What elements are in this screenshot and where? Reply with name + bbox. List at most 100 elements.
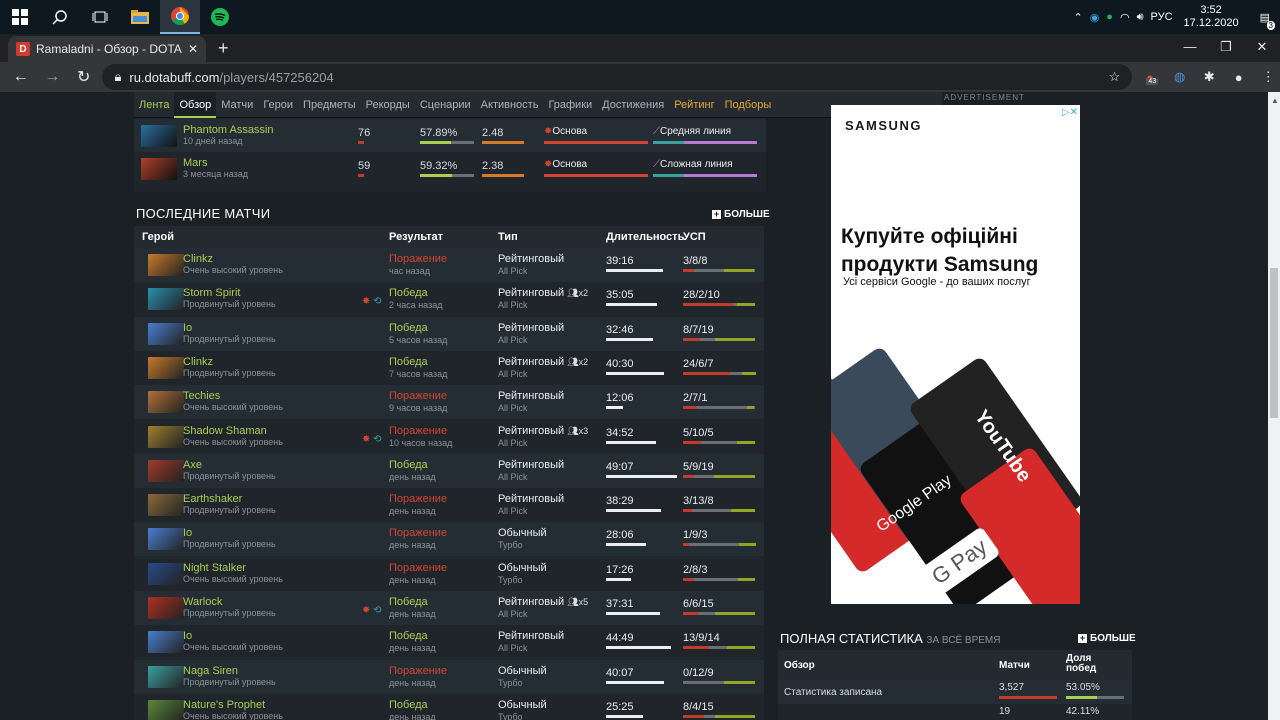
menu-dots-icon[interactable]: ⋮	[1256, 69, 1280, 85]
match-hero-name[interactable]: Clinkz	[183, 253, 283, 265]
match-result[interactable]: Победа	[389, 322, 447, 334]
match-row[interactable]: Techies Очень высокий уровень Поражение 9 ч…	[134, 385, 764, 420]
match-row[interactable]: Storm Spirit Продвинутый уровень ✸ ⟲ Победа…	[134, 282, 764, 316]
match-row[interactable]: Earthshaker Продвинутый уровень Поражение д…	[134, 488, 764, 522]
new-tab-icon[interactable]: +	[218, 38, 229, 59]
puzzle-extensions-icon[interactable]: ✱	[1197, 69, 1221, 85]
subnav-item[interactable]: Достижения	[597, 92, 669, 118]
stats-more-button[interactable]: БОЛЬШЕ	[1078, 633, 1136, 644]
match-result[interactable]: Победа	[389, 596, 436, 608]
subnav-item[interactable]: Герои	[258, 92, 298, 118]
notifications-icon[interactable]: ▤ 3	[1260, 11, 1275, 30]
subnav-item[interactable]: Рекорды	[361, 92, 415, 118]
match-hero-name[interactable]: Naga Siren	[183, 665, 276, 677]
match-row[interactable]: Warlock Продвинутый уровень ✸ ⟲ Победа день …	[134, 591, 764, 625]
hero-summary-row[interactable]: Phantom Assassin 10 дней назад 76 57.89% 2.4…	[134, 119, 766, 152]
match-result[interactable]: Поражение	[389, 493, 447, 505]
windows-start-icon[interactable]	[0, 0, 40, 34]
match-result[interactable]: Победа	[389, 287, 442, 299]
match-row[interactable]: Io Очень высокий уровень Победа день назад Р…	[134, 625, 764, 659]
scrollbar-thumb[interactable]	[1270, 268, 1278, 418]
hero-portrait[interactable]	[148, 699, 184, 720]
forward-icon[interactable]: →	[39, 68, 64, 86]
chrome-taskbar-icon[interactable]	[160, 0, 200, 34]
subnav-item[interactable]: Графики	[543, 92, 597, 118]
match-hero-name[interactable]: Nature's Prophet	[183, 699, 283, 711]
match-hero-name[interactable]: Earthshaker	[183, 493, 276, 505]
hero-portrait[interactable]	[148, 356, 184, 379]
subnav-item[interactable]: Предметы	[298, 92, 361, 118]
match-result[interactable]: Поражение	[389, 665, 447, 677]
hero-portrait[interactable]	[148, 562, 184, 585]
browser-tab[interactable]: D Ramaladni - Обзор - DOTABUFF ✕	[8, 36, 206, 62]
back-icon[interactable]: ←	[8, 68, 33, 86]
subnav-item[interactable]: Сценарии	[415, 92, 476, 118]
file-explorer-icon[interactable]	[120, 0, 160, 34]
hero-portrait[interactable]	[148, 665, 184, 688]
match-hero-name[interactable]: Techies	[183, 390, 283, 402]
close-window-icon[interactable]: ✕	[1244, 34, 1280, 62]
hero-portrait[interactable]	[148, 391, 184, 414]
match-result[interactable]: Поражение	[389, 390, 447, 402]
stats-col-overview[interactable]: Обзор	[784, 660, 815, 671]
col-result[interactable]: Результат	[389, 231, 443, 243]
bookmark-star-icon[interactable]: ☆	[1109, 69, 1121, 85]
hero-name[interactable]: Phantom Assassin	[183, 124, 274, 136]
scroll-up-icon[interactable]: ▲	[1271, 96, 1279, 105]
telegram-icon[interactable]: ◉	[1090, 11, 1100, 24]
clock[interactable]: 3:52 17.12.2020	[1184, 4, 1239, 30]
subnav-item[interactable]: Подборы	[720, 92, 777, 118]
hero-portrait[interactable]	[148, 425, 184, 448]
match-row[interactable]: Shadow Shaman Очень высокий уровень ✸ ⟲ Пор…	[134, 420, 764, 454]
hero-portrait[interactable]	[148, 631, 184, 654]
stats-col-winrate[interactable]: Доля побед	[1066, 654, 1096, 674]
hero-portrait[interactable]	[148, 597, 184, 619]
task-view-icon[interactable]	[80, 0, 120, 34]
match-row[interactable]: Clinkz Очень высокий уровень Поражение час …	[134, 248, 764, 282]
hero-portrait[interactable]	[148, 254, 184, 276]
hero-name[interactable]: Mars	[183, 157, 248, 169]
match-hero-name[interactable]: Io	[183, 322, 276, 334]
match-result[interactable]: Победа	[389, 630, 436, 642]
extension-icon[interactable]: ◍	[1168, 69, 1192, 85]
match-hero-name[interactable]: Warlock	[183, 596, 276, 608]
extension-badge-icon[interactable]: ●43	[1138, 70, 1162, 85]
subnav-item[interactable]: Лента	[134, 92, 174, 118]
reload-icon[interactable]: ↻	[71, 67, 96, 87]
keyboard-language[interactable]: РУС	[1151, 11, 1173, 23]
match-row[interactable]: Nature's Prophet Очень высокий уровень Поб…	[134, 694, 764, 720]
match-result[interactable]: Поражение	[389, 425, 452, 437]
hero-portrait[interactable]	[148, 528, 184, 551]
match-result[interactable]: Победа	[389, 699, 436, 711]
match-row[interactable]: Axe Продвинутый уровень Победа день назад Ре…	[134, 453, 764, 488]
volume-icon[interactable]: 🔊︎	[1137, 11, 1144, 24]
match-result[interactable]: Победа	[389, 459, 436, 471]
match-result[interactable]: Победа	[389, 356, 447, 368]
match-result[interactable]: Поражение	[389, 253, 447, 265]
match-row[interactable]: Night Stalker Очень высокий уровень Пораже…	[134, 557, 764, 591]
col-hero[interactable]: Герой	[142, 231, 174, 243]
subnav-item[interactable]: Матчи	[216, 92, 258, 118]
match-row[interactable]: Io Продвинутый уровень Победа 5 часов назад…	[134, 316, 764, 351]
subnav-item[interactable]: Обзор	[174, 92, 217, 118]
hero-summary-row[interactable]: Mars 3 месяца назад 59 59.32% 2.38 ✸Основа ⟋Сл…	[134, 152, 766, 185]
close-tab-icon[interactable]: ✕	[188, 42, 198, 56]
match-hero-name[interactable]: Storm Spirit	[183, 287, 276, 299]
stats-col-matches[interactable]: Матчи	[999, 660, 1030, 671]
ad-choices-icon[interactable]: ▷✕	[1062, 107, 1078, 118]
match-hero-name[interactable]: Io	[183, 527, 276, 539]
col-kda[interactable]: УСП	[683, 231, 706, 243]
match-hero-name[interactable]: Clinkz	[183, 356, 276, 368]
match-result[interactable]: Поражение	[389, 562, 447, 574]
match-result[interactable]: Поражение	[389, 527, 447, 539]
page-scrollbar[interactable]: ▲	[1268, 92, 1280, 720]
chevron-up-icon[interactable]: ⌃	[1073, 11, 1082, 24]
match-row[interactable]: Io Продвинутый уровень Поражение день назад…	[134, 522, 764, 557]
col-type[interactable]: Тип	[498, 231, 518, 243]
minimize-icon[interactable]: —	[1172, 34, 1208, 62]
url-field[interactable]: 🔒︎ ru.dotabuff.com/players/457256204 ☆	[102, 64, 1133, 90]
spotify-taskbar-icon[interactable]	[200, 0, 240, 34]
match-row[interactable]: Clinkz Продвинутый уровень Победа 7 часов н…	[134, 351, 764, 385]
maximize-icon[interactable]: ❐	[1208, 34, 1244, 62]
search-icon[interactable]	[40, 0, 80, 34]
